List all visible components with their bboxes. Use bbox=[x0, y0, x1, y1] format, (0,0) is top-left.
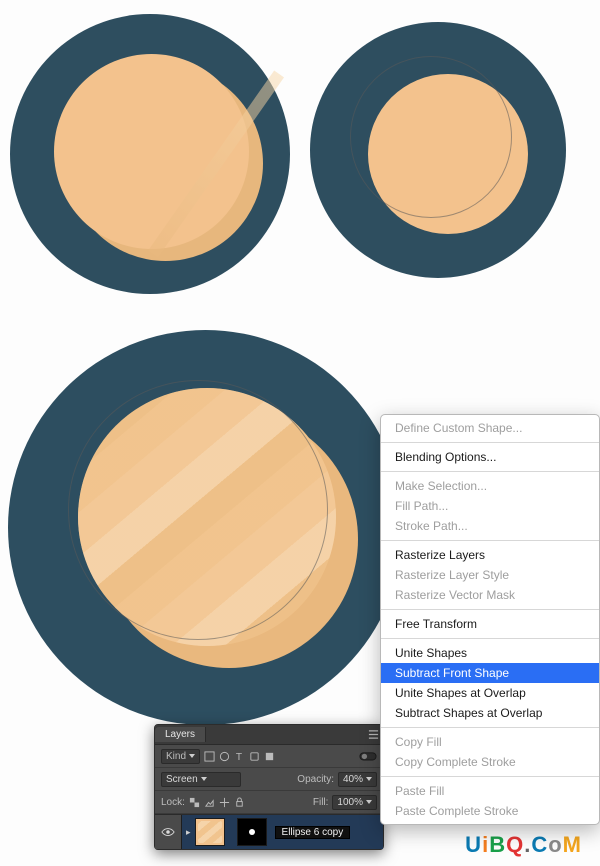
opacity-field[interactable]: 40% bbox=[338, 772, 377, 787]
watermark-logo: UiBQ.CoM bbox=[465, 834, 582, 856]
coin-stage-3 bbox=[8, 330, 403, 725]
lock-transparent-icon[interactable] bbox=[189, 797, 200, 808]
wm-letter: U bbox=[465, 832, 482, 857]
menu-separator bbox=[381, 471, 599, 472]
panel-menu-icon[interactable] bbox=[368, 729, 379, 740]
wm-letter: o bbox=[548, 832, 562, 857]
fill-label: Fill: bbox=[313, 797, 329, 808]
ellipse-path-outline bbox=[68, 380, 328, 640]
menu-item-paste-fill[interactable]: Paste Fill bbox=[381, 781, 599, 801]
menu-item-paste-complete-stroke[interactable]: Paste Complete Stroke bbox=[381, 801, 599, 821]
blend-opacity-row: Screen Opacity: 40% bbox=[155, 768, 383, 791]
chevron-down-icon bbox=[366, 800, 372, 804]
ellipse-path-outline bbox=[350, 56, 512, 218]
coin-stage-2 bbox=[310, 22, 566, 278]
menu-item-free-transform[interactable]: Free Transform bbox=[381, 614, 599, 634]
coin-stage-1 bbox=[10, 14, 290, 294]
menu-item-subtract-front-shape[interactable]: Subtract Front Shape bbox=[381, 663, 599, 683]
path-context-menu[interactable]: Define Custom Shape... Blending Options.… bbox=[380, 414, 600, 825]
menu-item-stroke-path[interactable]: Stroke Path... bbox=[381, 516, 599, 536]
kind-filter-dropdown[interactable]: Kind bbox=[161, 749, 200, 764]
layers-tab[interactable]: Layers bbox=[155, 727, 206, 742]
menu-item-unite-shapes-at-overlap[interactable]: Unite Shapes at Overlap bbox=[381, 683, 599, 703]
filter-pixel-icon[interactable] bbox=[204, 751, 215, 762]
vector-mask-thumbnail[interactable] bbox=[237, 818, 267, 846]
wm-letter: B bbox=[489, 832, 506, 857]
filter-adjust-icon[interactable] bbox=[219, 751, 230, 762]
menu-separator bbox=[381, 540, 599, 541]
fill-value: 100% bbox=[337, 797, 363, 808]
menu-item-subtract-shapes-at-overlap[interactable]: Subtract Shapes at Overlap bbox=[381, 703, 599, 723]
filter-shape-icon[interactable] bbox=[249, 751, 260, 762]
menu-separator bbox=[381, 442, 599, 443]
menu-item-fill-path[interactable]: Fill Path... bbox=[381, 496, 599, 516]
layers-panel[interactable]: Layers Kind T Screen Opacity: 40% bbox=[154, 724, 384, 850]
fill-field[interactable]: 100% bbox=[332, 795, 377, 810]
lock-position-icon[interactable] bbox=[219, 797, 230, 808]
wm-letter: C bbox=[531, 832, 548, 857]
menu-item-rasterize-layer-style[interactable]: Rasterize Layer Style bbox=[381, 565, 599, 585]
layer-name-field[interactable]: Ellipse 6 copy bbox=[275, 826, 351, 839]
visibility-toggle[interactable] bbox=[155, 815, 182, 849]
lock-all-icon[interactable] bbox=[234, 797, 245, 808]
blend-mode-dropdown[interactable]: Screen bbox=[161, 772, 241, 787]
lock-label: Lock: bbox=[161, 797, 185, 808]
menu-item-make-selection[interactable]: Make Selection... bbox=[381, 476, 599, 496]
menu-item-unite-shapes[interactable]: Unite Shapes bbox=[381, 643, 599, 663]
wm-letter: Q bbox=[506, 832, 524, 857]
chevron-down-icon bbox=[189, 754, 195, 758]
panel-tab-bar: Layers bbox=[155, 725, 383, 745]
menu-item-copy-complete-stroke[interactable]: Copy Complete Stroke bbox=[381, 752, 599, 772]
menu-item-copy-fill[interactable]: Copy Fill bbox=[381, 732, 599, 752]
menu-separator bbox=[381, 638, 599, 639]
chevron-down-icon bbox=[366, 777, 372, 781]
opacity-label: Opacity: bbox=[297, 774, 334, 785]
opacity-value: 40% bbox=[343, 774, 363, 785]
filter-toggle-switch[interactable] bbox=[359, 751, 377, 762]
lock-image-icon[interactable] bbox=[204, 797, 215, 808]
filter-row: Kind T bbox=[155, 745, 383, 768]
disclosure-triangle-icon[interactable]: ▸ bbox=[186, 827, 191, 838]
menu-separator bbox=[381, 776, 599, 777]
filter-type-icon[interactable]: T bbox=[234, 751, 245, 762]
svg-text:T: T bbox=[236, 752, 242, 762]
lock-fill-row: Lock: Fill: 100% bbox=[155, 791, 383, 814]
kind-label: Kind bbox=[166, 751, 186, 762]
blend-mode-value: Screen bbox=[166, 774, 198, 785]
chevron-down-icon bbox=[201, 777, 207, 781]
layer-thumbnail[interactable] bbox=[195, 818, 225, 846]
wm-letter: M bbox=[563, 832, 582, 857]
menu-item-rasterize-vector-mask[interactable]: Rasterize Vector Mask bbox=[381, 585, 599, 605]
layer-row-selected[interactable]: ▸ Ellipse 6 copy bbox=[155, 814, 383, 849]
menu-item-define-custom-shape[interactable]: Define Custom Shape... bbox=[381, 418, 599, 438]
filter-smart-icon[interactable] bbox=[264, 751, 275, 762]
eye-icon bbox=[161, 827, 175, 837]
menu-separator bbox=[381, 609, 599, 610]
menu-item-blending-options[interactable]: Blending Options... bbox=[381, 447, 599, 467]
menu-separator bbox=[381, 727, 599, 728]
menu-item-rasterize-layers[interactable]: Rasterize Layers bbox=[381, 545, 599, 565]
